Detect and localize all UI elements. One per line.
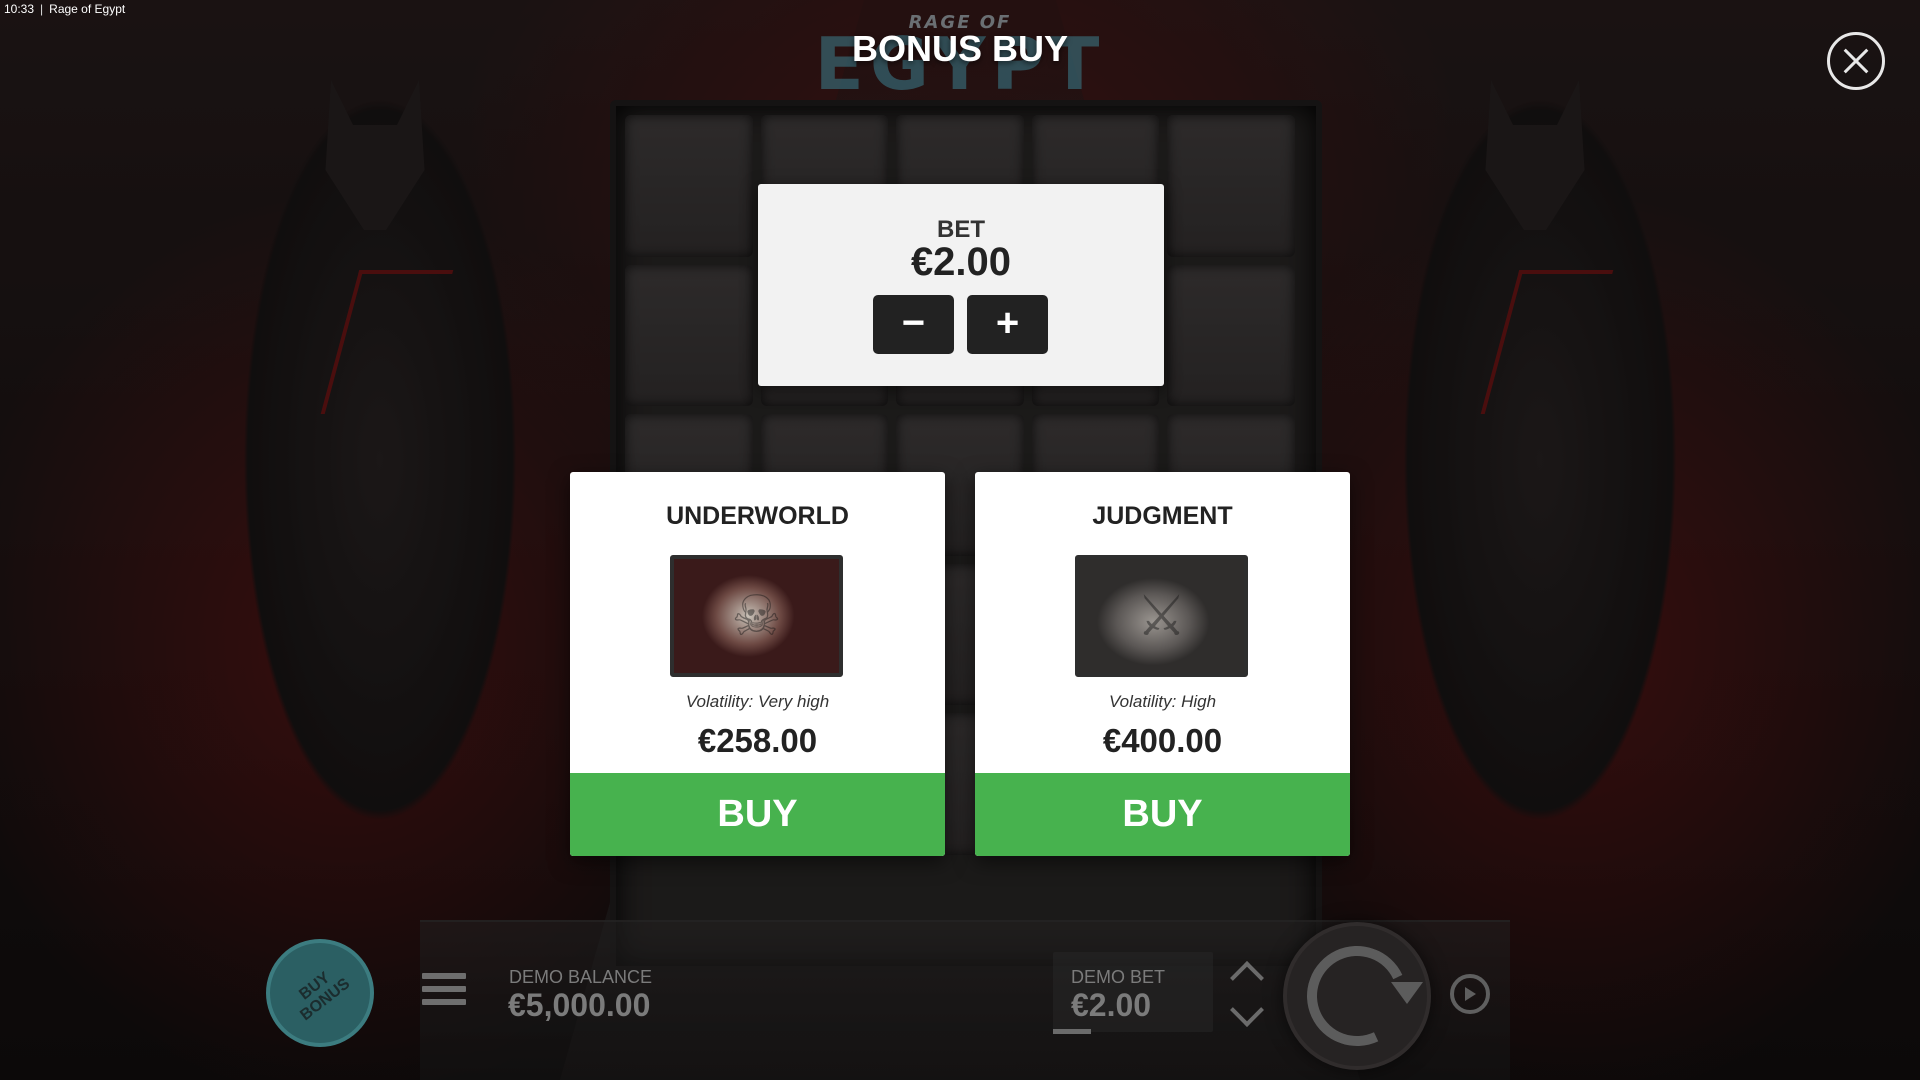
reaper-icon: ☠ <box>670 555 843 677</box>
demo-balance-value: €5,000.00 <box>508 987 651 1023</box>
bonus-card-underworld: UNDERWORLD ☠ Volatility: Very high €258.… <box>570 472 945 856</box>
bet-panel: BET €2.00 − + <box>758 184 1164 386</box>
bonus-card-judgment: JUDGMENT ⚔ Volatility: High €400.00 BUY <box>975 472 1350 856</box>
menu-icon[interactable] <box>422 973 466 1013</box>
game-background <box>0 0 1920 1080</box>
bonus-volatility: Volatility: Very high <box>685 692 830 711</box>
close-icon[interactable] <box>1827 32 1885 90</box>
bet-value: €2.00 <box>910 240 1012 284</box>
bonus-buy-title: BONUS BUY <box>851 28 1069 69</box>
buy-bonus-label: BUY BONUS <box>274 952 366 1034</box>
spin-button[interactable] <box>1283 922 1431 1070</box>
demo-bet-label: DEMO BET <box>1071 967 1166 987</box>
beast-icon: ⚔ <box>1075 555 1248 677</box>
bonus-title: UNDERWORLD <box>666 502 849 530</box>
buy-judgment-button[interactable]: BUY <box>975 773 1350 856</box>
decrease-bet-button[interactable]: − <box>873 295 954 354</box>
bonus-price: €258.00 <box>697 722 818 759</box>
modal-dim-overlay <box>0 0 1920 1080</box>
demo-bet-value: €2.00 <box>1071 987 1152 1023</box>
buy-bonus-button[interactable]: BUY BONUS <box>266 939 374 1047</box>
demo-bet-display[interactable]: DEMO BET €2.00 <box>1053 952 1213 1032</box>
spin-arrow-head <box>1391 982 1423 1004</box>
demo-balance-label: DEMO BALANCE <box>509 967 653 987</box>
bonus-volatility: Volatility: High <box>1108 692 1217 711</box>
autoplay-icon[interactable] <box>1450 974 1490 1014</box>
bonus-title: JUDGMENT <box>1092 502 1233 530</box>
buy-underworld-button[interactable]: BUY <box>570 773 945 856</box>
increase-bet-button[interactable]: + <box>967 295 1048 354</box>
bonus-price: €400.00 <box>1102 722 1223 759</box>
bet-level-indicator <box>1053 1029 1091 1034</box>
